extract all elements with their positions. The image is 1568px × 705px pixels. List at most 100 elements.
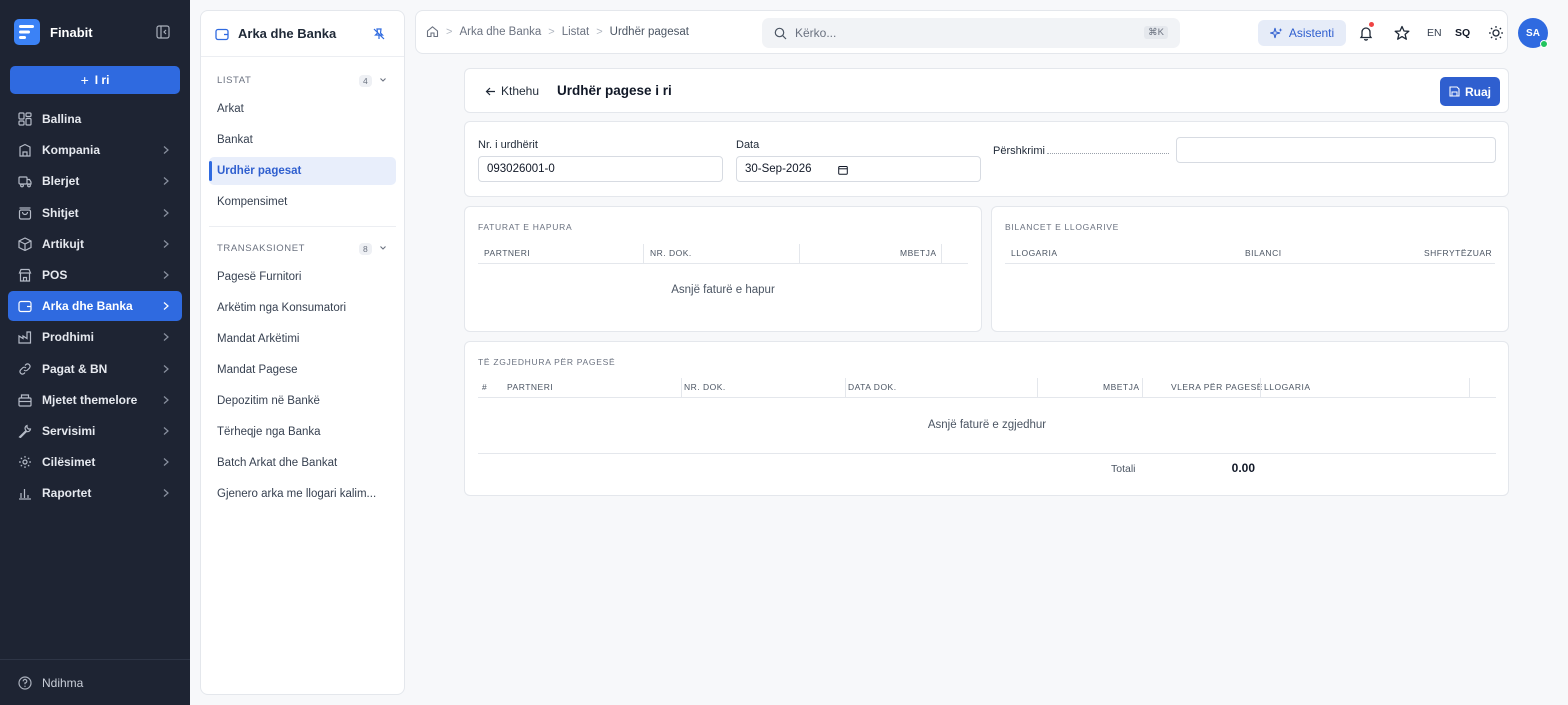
- sidebar-item-arka-dhe-banka[interactable]: Arka dhe Banka: [8, 291, 182, 322]
- search-input[interactable]: Kërko... ⌘K: [762, 18, 1180, 48]
- help-link[interactable]: Ndihma: [0, 659, 190, 705]
- subpanel-item[interactable]: Urdhër pagesat: [209, 157, 396, 185]
- shopping-bag-icon: [18, 206, 32, 220]
- star-icon[interactable]: [1394, 25, 1410, 41]
- breadcrumb-item-current[interactable]: Urdhër pagesat: [610, 26, 689, 38]
- sidebar-item-shitjet[interactable]: Shitjet: [8, 198, 182, 228]
- account-balances-title: BILANCET E LLOGARIVE: [1005, 222, 1119, 232]
- language-en-button[interactable]: EN: [1427, 27, 1442, 39]
- back-button[interactable]: Kthehu: [485, 84, 539, 98]
- save-button[interactable]: Ruaj: [1440, 77, 1500, 106]
- brand-name: Finabit: [50, 24, 93, 40]
- help-icon: [18, 675, 32, 690]
- col-partner[interactable]: PARTNERI: [484, 248, 530, 258]
- subpanel-item[interactable]: Mandat Arkëtimi: [209, 325, 396, 353]
- sidebar-item-label: Shitjet: [42, 205, 79, 220]
- col-balance[interactable]: BILANCI: [1245, 248, 1282, 258]
- new-button-label: I ri: [94, 73, 110, 87]
- column-divider: [681, 378, 682, 398]
- subpanel-item[interactable]: Batch Arkat dhe Bankat: [209, 449, 396, 477]
- wallet-icon: [215, 28, 229, 40]
- sidebar-item-pos[interactable]: POS: [8, 260, 182, 290]
- home-icon[interactable]: [426, 25, 439, 38]
- calendar-icon[interactable]: [838, 165, 848, 175]
- selected-empty: Asnjë faturë e zgjedhur: [927, 419, 1047, 431]
- factory-icon: [18, 331, 32, 344]
- sidebar-item-mjetet-themelore[interactable]: Mjetet themelore: [8, 385, 182, 415]
- search-shortcut: ⌘K: [1144, 26, 1168, 39]
- bell-icon[interactable]: [1358, 25, 1374, 41]
- chevron-right-icon: [163, 395, 169, 404]
- chevron-right-icon: [163, 146, 169, 155]
- gear-icon: [19, 456, 31, 469]
- col-doc-date[interactable]: DATA DOK.: [848, 382, 897, 392]
- arrow-left-icon: [485, 87, 495, 95]
- col-doc-no[interactable]: NR. DOK.: [650, 248, 692, 258]
- help-label: Ndihma: [42, 675, 84, 690]
- chevron-right-icon: [163, 333, 169, 342]
- sidebar-item-raportet[interactable]: Raportet: [8, 478, 182, 508]
- save-icon: [1449, 86, 1460, 97]
- assets-icon: [18, 394, 32, 407]
- section-header-transaksionet[interactable]: TRANSAKSIONET 8: [201, 235, 404, 261]
- sidebar-item-ballina[interactable]: Ballina: [8, 104, 182, 134]
- subpanel-item[interactable]: Tërheqje nga Banka: [209, 418, 396, 446]
- col-account[interactable]: LLOGARIA: [1011, 248, 1058, 258]
- open-invoices-title: FATURAT E HAPURA: [478, 222, 573, 232]
- date-field[interactable]: 30-Sep-2026: [736, 156, 981, 182]
- col-doc-no[interactable]: NR. DOK.: [684, 382, 726, 392]
- brand[interactable]: Finabit: [12, 16, 93, 48]
- section-header-listat[interactable]: LISTAT 4: [201, 67, 404, 93]
- finabit-logo-icon: [14, 19, 40, 45]
- subpanel-item[interactable]: Arkat: [209, 95, 396, 123]
- column-divider: [845, 378, 846, 398]
- breadcrumb-separator-icon: >: [548, 25, 555, 38]
- sidebar-item-pagat-bn[interactable]: Pagat & BN: [8, 354, 182, 384]
- col-remaining[interactable]: MBETJA: [900, 248, 937, 258]
- chevron-right-icon: [163, 302, 169, 311]
- sidebar-item-artikujt[interactable]: Artikujt: [8, 229, 182, 259]
- sidebar-item-label: Ballina: [42, 112, 82, 126]
- sidebar-item-label: Pagat & BN: [42, 361, 108, 376]
- sidebar-item-kompania[interactable]: Kompania: [8, 135, 182, 165]
- sidebar-item-label: Mjetet themelore: [42, 392, 138, 407]
- col-used[interactable]: SHFRYTËZUAR: [1424, 248, 1492, 258]
- col-partner[interactable]: PARTNERI: [507, 382, 553, 392]
- store-icon: [18, 268, 32, 282]
- description-field[interactable]: [1176, 137, 1496, 163]
- col-account[interactable]: LLOGARIA: [1264, 382, 1311, 392]
- open-invoices-header: PARTNERI NR. DOK. MBETJA: [478, 244, 968, 264]
- selected-for-payment-panel: TË ZGJEDHURA PËR PAGESË # PARTNERI NR. D…: [464, 341, 1509, 496]
- subpanel-item[interactable]: Mandat Pagese: [209, 356, 396, 384]
- new-button[interactable]: + I ri: [10, 66, 180, 94]
- col-remaining[interactable]: MBETJA: [1103, 382, 1140, 392]
- sidebar-item-prodhimi[interactable]: Prodhimi: [8, 322, 182, 352]
- description-label: Përshkrimi: [993, 145, 1045, 157]
- sun-icon[interactable]: [1488, 25, 1504, 41]
- subpanel-item[interactable]: Depozitim në Bankë: [209, 387, 396, 415]
- sidebar-collapse-icon[interactable]: [156, 25, 170, 39]
- sidebar-item-label: POS: [42, 267, 68, 282]
- breadcrumb-item-module[interactable]: Arka dhe Banka: [459, 26, 541, 38]
- subpanel-item[interactable]: Pagesë Furnitori: [209, 263, 396, 291]
- language-sq-button[interactable]: SQ: [1455, 27, 1470, 39]
- sidebar-item-blerjet[interactable]: Blerjet: [8, 166, 182, 196]
- sidebar-item-cilësimet[interactable]: Cilësimet: [8, 447, 182, 477]
- search-icon: [774, 27, 787, 39]
- sidebar-item-label: Arka dhe Banka: [42, 299, 133, 314]
- breadcrumb-separator-icon: >: [596, 25, 603, 38]
- subpanel-item[interactable]: Gjenero arka me llogari kalim...: [209, 480, 396, 508]
- section-items: Arkat Bankat Urdhër pagesat Kompensimet: [201, 93, 404, 216]
- order-form: Nr. i urdhërit 093026001-0 Data 30-Sep-2…: [464, 121, 1509, 197]
- subpanel-item[interactable]: Arkëtim nga Konsumatori: [209, 294, 396, 322]
- total-divider: [478, 453, 1496, 454]
- col-payment-amount[interactable]: VLERA PËR PAGESË: [1171, 382, 1263, 392]
- unpin-icon[interactable]: [372, 27, 386, 41]
- order-no-field[interactable]: 093026001-0: [478, 156, 723, 182]
- assistant-button[interactable]: Asistenti: [1258, 20, 1346, 46]
- subpanel-item[interactable]: Bankat: [209, 126, 396, 154]
- breadcrumb-item-list[interactable]: Listat: [562, 26, 590, 38]
- subpanel-item[interactable]: Kompensimet: [209, 188, 396, 216]
- sidebar-item-servisimi[interactable]: Servisimi: [8, 416, 182, 446]
- building-icon: [19, 144, 31, 157]
